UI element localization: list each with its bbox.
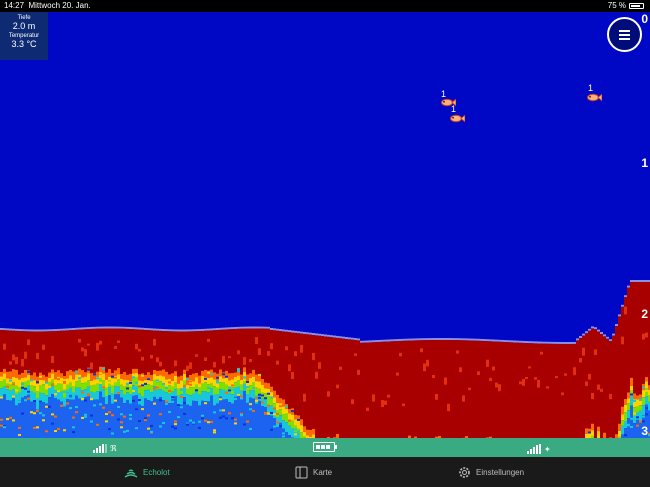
menu-icon-line (619, 34, 630, 36)
depth-value: 2.0 m (12, 21, 36, 31)
fish-icon[interactable] (586, 93, 602, 102)
readout-panel: Tiefe 2.0 m Temperatur 3.3 °C (0, 12, 48, 60)
signal-gps-icon: ✦ (527, 444, 551, 454)
battery-icon (629, 3, 644, 9)
sonar-icon (124, 469, 138, 478)
depth-scale-2: 2 (641, 307, 648, 321)
menu-icon-line (619, 38, 630, 40)
fish-depth-label: 1 (451, 104, 457, 114)
date-label: Mittwoch 20. Jan. (28, 1, 91, 10)
fish-icon[interactable] (449, 114, 465, 123)
battery-percent: 75 % (607, 1, 626, 10)
signal-bluetooth-icon: ℜ (93, 444, 117, 453)
depth-scale-3: 3 (641, 424, 648, 438)
clock-time: 14:27 (4, 1, 25, 10)
fish-depth-label: 1 (588, 83, 594, 93)
temperature-value: 3.3 °C (11, 39, 37, 49)
tab-label: Einstellungen (476, 467, 525, 477)
sonar-echo-canvas (0, 280, 650, 438)
battery-icon (313, 442, 335, 452)
menu-button[interactable] (607, 17, 642, 52)
tab-einstellungen[interactable]: Einstellungen (458, 457, 524, 487)
tab-label: Karte (313, 467, 333, 477)
tab-echolot[interactable]: Echolot (124, 457, 170, 487)
tab-bar: Echolot Karte Einstellungen (0, 457, 650, 487)
map-icon (295, 466, 308, 478)
depth-scale-1: 1 (641, 156, 648, 170)
tab-label: Echolot (143, 467, 170, 477)
menu-icon-line (619, 30, 630, 32)
ios-status-bar: 14:27 Mittwoch 20. Jan. 75 % (0, 0, 650, 12)
sonar-display[interactable] (0, 12, 650, 438)
depth-scale-0: 0 (641, 12, 648, 26)
tab-karte[interactable]: Karte (295, 457, 332, 487)
gear-icon (459, 466, 470, 478)
